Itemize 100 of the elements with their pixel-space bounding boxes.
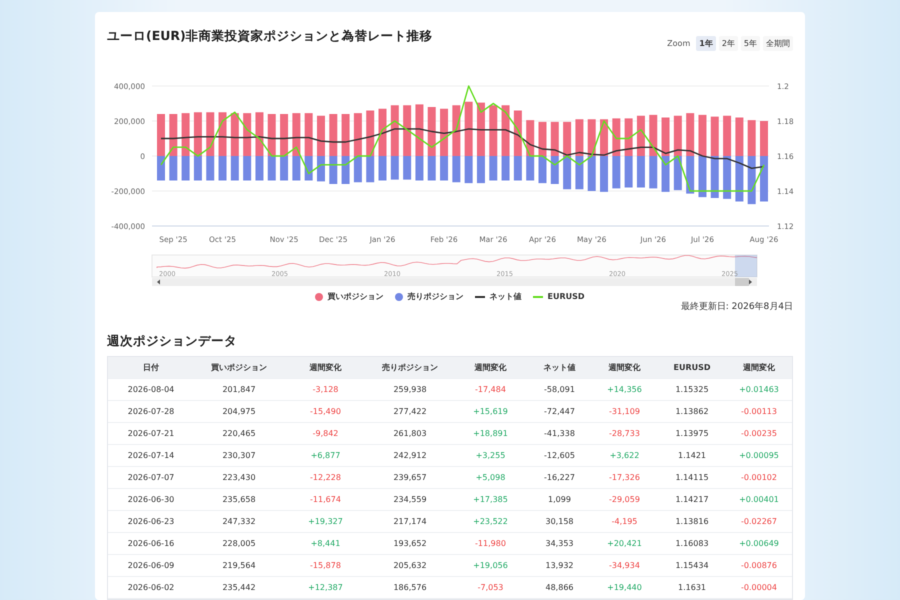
table-cell-text: 230,307 xyxy=(221,451,257,460)
table-cell-text: +20,421 xyxy=(606,539,643,548)
table-cell-text: +0.00401 xyxy=(738,495,780,504)
table-cell-text: 48,866 xyxy=(544,583,574,592)
table-cell-text: 1.15434 xyxy=(674,561,710,570)
table-cell-text: 239,657 xyxy=(392,473,428,482)
bar xyxy=(674,116,682,156)
bar xyxy=(698,156,706,198)
bar xyxy=(575,156,584,190)
table-cell-text: -4,195 xyxy=(610,517,638,526)
bar xyxy=(649,156,658,188)
table-cell-text: 2026-06-02 xyxy=(126,583,176,592)
table-cell-text: -12,228 xyxy=(309,473,342,482)
table-cell-text: -28,733 xyxy=(608,429,641,438)
table-cell-text: +19,056 xyxy=(472,561,509,570)
column-header: ネット値 xyxy=(542,362,576,373)
table-cell-text: +0.01463 xyxy=(738,385,780,394)
table-cell-text: 1.15325 xyxy=(674,385,710,394)
table-cell-text: -72,447 xyxy=(543,407,576,416)
table-cell-text: 242,912 xyxy=(392,451,428,460)
table-cell-text: -12,605 xyxy=(543,451,576,460)
bar xyxy=(624,118,633,156)
bar xyxy=(662,156,670,192)
bar xyxy=(735,118,744,156)
table-cell-text: -15,490 xyxy=(309,407,342,416)
table-cell-text: 259,938 xyxy=(392,385,428,394)
table-cell-text: 30,158 xyxy=(544,517,574,526)
column-header: 週間変化 xyxy=(474,362,508,373)
bar xyxy=(686,113,694,156)
table-cell-text: -29,059 xyxy=(608,495,641,504)
table-cell-text: +5,098 xyxy=(474,473,506,482)
bar xyxy=(710,116,719,156)
table-cell-text: -16,227 xyxy=(543,473,576,482)
table-cell-text: 277,422 xyxy=(392,407,428,416)
chart-title: ユーロ(EUR)非商業投資家ポジションと為替レート推移 xyxy=(107,28,433,45)
table-cell-text: -0.00876 xyxy=(740,561,778,570)
table-cell-text: +6,877 xyxy=(310,451,342,460)
bar xyxy=(612,118,620,156)
scroll-left-icon[interactable] xyxy=(157,280,160,284)
legend-label[interactable]: 売りポジション xyxy=(407,291,464,302)
table-cell-text: 205,632 xyxy=(392,561,428,570)
table-cell-text: 223,430 xyxy=(221,473,257,482)
zoom-button[interactable]: 2年 xyxy=(718,36,738,51)
legend-label[interactable]: ネット値 xyxy=(489,291,522,302)
zoom-button[interactable]: 1年 xyxy=(696,36,716,51)
legend-label[interactable]: EURUSD xyxy=(547,292,585,301)
legend-dot-icon xyxy=(395,292,404,300)
table-cell-text: 2026-06-16 xyxy=(126,539,176,548)
legend-label[interactable]: 買いポジション xyxy=(327,291,384,302)
table-cell-text: -0.00004 xyxy=(740,583,778,592)
table-cell-text: 2026-07-28 xyxy=(126,407,176,416)
legend-dot-icon xyxy=(315,292,324,300)
table-cell-text: +12,387 xyxy=(307,583,344,592)
table-cell-text: 13,932 xyxy=(544,561,574,570)
bar xyxy=(686,156,694,194)
bar xyxy=(710,156,719,198)
bar xyxy=(662,118,670,156)
table-cell-text: -34,934 xyxy=(608,561,641,570)
table-cell-text: +3,255 xyxy=(474,451,506,460)
table-cell-text: 1.1421 xyxy=(677,451,707,460)
bar xyxy=(588,119,596,156)
table-cell-text: -41,338 xyxy=(543,429,576,438)
table-cell-text: 1.1631 xyxy=(677,583,707,592)
table-cell-text: 193,652 xyxy=(392,539,428,548)
bar xyxy=(588,156,596,191)
table-cell-text: 2026-06-23 xyxy=(126,517,176,526)
table-cell-text: 2026-07-07 xyxy=(126,473,176,482)
scrollbar-thumb[interactable] xyxy=(735,278,749,286)
bar xyxy=(550,156,559,184)
table-cell-text: 247,332 xyxy=(221,517,257,526)
table-cell-text: 217,174 xyxy=(392,517,428,526)
bar xyxy=(649,114,658,156)
scrollbar[interactable] xyxy=(152,278,757,286)
table-cell-text: +19,327 xyxy=(307,517,344,526)
table-cell-text: +18,891 xyxy=(472,429,509,438)
section-title: 週次ポジションデータ xyxy=(107,333,238,350)
column-header: 日付 xyxy=(142,362,160,373)
column-header: 売りポジション xyxy=(381,362,439,373)
column-header: 週間変化 xyxy=(608,362,642,373)
table-cell-text: 2026-07-21 xyxy=(126,429,176,438)
table-cell-text: -17,484 xyxy=(474,385,507,394)
bar xyxy=(735,156,744,202)
table-cell-text: 1,099 xyxy=(547,495,572,504)
table-cell-text: 235,658 xyxy=(221,495,257,504)
table-cell-text: 2026-06-30 xyxy=(126,495,176,504)
zoom-button[interactable]: 5年 xyxy=(740,36,760,51)
table-cell-text: -3,128 xyxy=(312,385,340,394)
table-cell-text: 201,847 xyxy=(221,385,257,394)
bar xyxy=(550,122,559,156)
table-cell-text: 1.14115 xyxy=(674,473,710,482)
table-cell-text: -58,091 xyxy=(543,385,576,394)
table-cell-text: -11,980 xyxy=(474,539,507,548)
table-cell-text: 235,442 xyxy=(221,583,257,592)
table-cell-text: +8,441 xyxy=(310,539,342,548)
table-cell-text: 2026-07-14 xyxy=(126,451,176,460)
zoom-button[interactable]: 全期間 xyxy=(763,36,793,51)
table-cell-text: 220,465 xyxy=(221,429,257,438)
table-cell-text: +3,622 xyxy=(608,451,640,460)
table-cell-text: +0.00095 xyxy=(738,451,780,460)
bar xyxy=(636,156,645,188)
